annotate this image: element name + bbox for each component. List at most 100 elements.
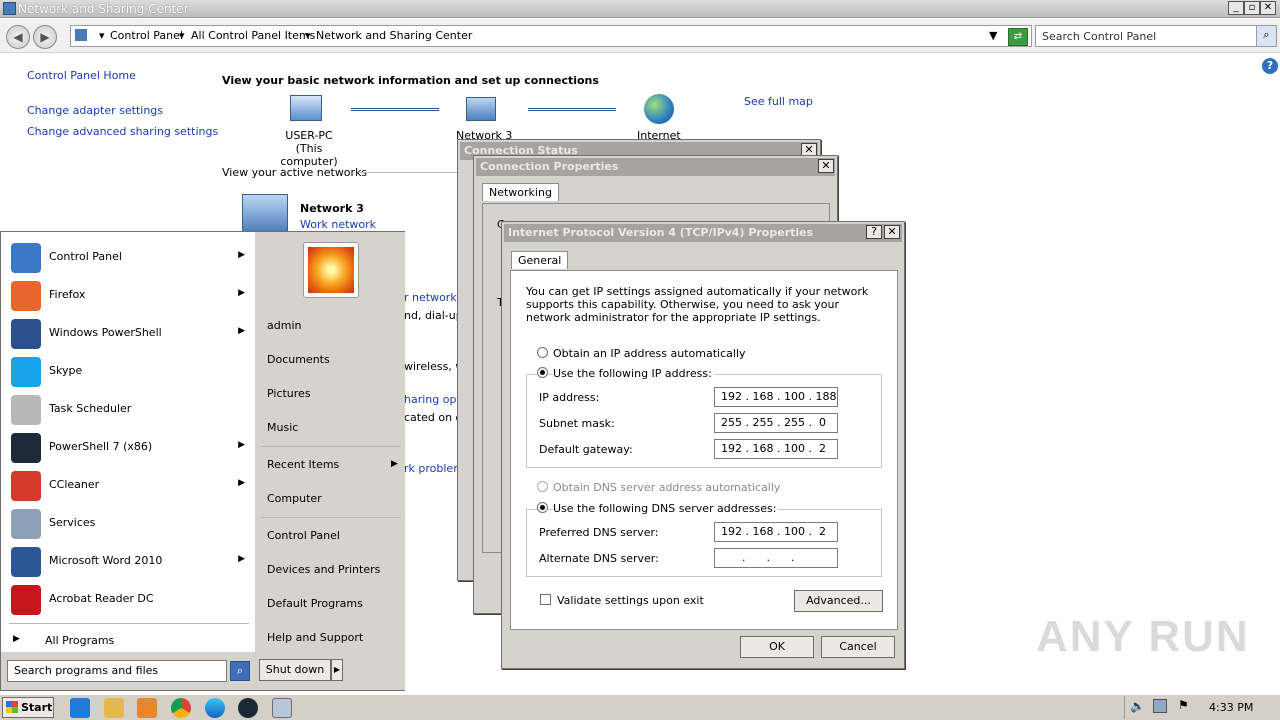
steam-icon[interactable]: [238, 698, 258, 718]
start-program-item[interactable]: PowerShell 7 (x86) ▶: [9, 430, 249, 464]
network-connections-icon[interactable]: [272, 698, 292, 718]
programs-search-input[interactable]: Search programs and files: [7, 660, 227, 682]
partial-link[interactable]: rk problem: [404, 462, 464, 475]
breadcrumb-control-panel[interactable]: Control Panel: [110, 29, 183, 42]
submenu-arrow-icon: ▶: [238, 250, 245, 260]
advanced-button[interactable]: Advanced...: [794, 590, 883, 612]
program-icon: [11, 319, 41, 349]
start-button[interactable]: Start: [2, 697, 54, 718]
see-full-map-link[interactable]: See full map: [744, 95, 813, 108]
intro-text: You can get IP settings assigned automat…: [526, 285, 869, 324]
divider: [261, 446, 401, 447]
computer-link[interactable]: Computer: [267, 492, 322, 505]
control-panel-link[interactable]: Control Panel: [267, 529, 340, 542]
breadcrumb-network-center[interactable]: Network and Sharing Center: [316, 29, 472, 42]
network-icon: [3, 2, 16, 15]
program-label: Services: [49, 516, 96, 529]
start-program-item[interactable]: Services: [9, 506, 249, 540]
breadcrumb-separator[interactable]: ▾: [99, 29, 105, 42]
gateway-field[interactable]: 192 . 168 . 100 . 2: [714, 439, 838, 459]
breadcrumb-separator[interactable]: ▾: [179, 29, 185, 42]
control-panel-home-link[interactable]: Control Panel Home: [27, 69, 136, 82]
pictures-link[interactable]: Pictures: [267, 387, 311, 400]
partial-link[interactable]: r network: [404, 291, 457, 304]
preferred-dns-field[interactable]: 192 . 168 . 100 . 2: [714, 522, 838, 542]
manual-dns-radio[interactable]: [537, 502, 548, 513]
search-icon[interactable]: ⌕: [230, 661, 250, 681]
ie-icon[interactable]: [70, 698, 90, 718]
refresh-icon[interactable]: ⇄: [1008, 28, 1028, 46]
devices-printers-link[interactable]: Devices and Printers: [267, 563, 380, 576]
edge-icon[interactable]: [205, 698, 225, 718]
computer-label: USER-PC: [285, 129, 333, 142]
clock[interactable]: 4:33 PM: [1209, 701, 1253, 714]
action-center-flag-icon[interactable]: ⚑: [1178, 698, 1189, 712]
close-button[interactable]: ✕: [818, 159, 834, 173]
music-link[interactable]: Music: [267, 421, 298, 434]
window-titlebar[interactable]: Network and Sharing Center _ ▫ ✕: [0, 0, 1280, 18]
breadcrumb-separator[interactable]: ▾: [305, 29, 311, 42]
network-icon: [242, 194, 288, 232]
search-icon[interactable]: ⌕: [1256, 26, 1276, 46]
documents-link[interactable]: Documents: [267, 353, 330, 366]
explorer-folder-icon[interactable]: [104, 698, 124, 718]
network-tray-icon[interactable]: [1153, 699, 1167, 713]
search-input[interactable]: Search Control Panel ⌕: [1035, 25, 1277, 47]
start-program-item[interactable]: Microsoft Word 2010 ▶: [9, 544, 249, 578]
default-programs-link[interactable]: Default Programs: [267, 597, 363, 610]
volume-icon[interactable]: 🔈: [1130, 699, 1145, 713]
change-sharing-link[interactable]: Change advanced sharing settings: [27, 125, 218, 138]
auto-ip-radio[interactable]: [537, 347, 548, 358]
start-program-item[interactable]: CCleaner ▶: [9, 468, 249, 502]
tab-general[interactable]: General: [511, 251, 569, 269]
shutdown-options-button[interactable]: ▶: [331, 659, 343, 681]
chrome-icon[interactable]: [171, 698, 191, 718]
manual-ip-radio[interactable]: [537, 367, 548, 378]
recent-items-link[interactable]: Recent Items: [267, 458, 339, 471]
close-button[interactable]: ✕: [1260, 1, 1276, 15]
start-program-item[interactable]: Control Panel ▶: [9, 240, 249, 274]
subnet-mask-field[interactable]: 255 . 255 . 255 . 0: [714, 413, 838, 433]
start-program-item[interactable]: Skype: [9, 354, 249, 388]
breadcrumb-all-items[interactable]: All Control Panel Items: [191, 29, 315, 42]
network-node-icon[interactable]: [466, 97, 496, 121]
windows-logo-icon: [6, 701, 18, 713]
tab-networking[interactable]: Networking: [482, 183, 559, 201]
dropdown-arrow-icon[interactable]: ▼: [989, 29, 997, 42]
start-program-item[interactable]: Windows PowerShell ▶: [9, 316, 249, 350]
ok-button[interactable]: OK: [740, 636, 814, 658]
program-icon: [11, 243, 41, 273]
auto-dns-radio[interactable]: [537, 481, 548, 492]
partial-text: wireless, w: [404, 360, 465, 373]
start-program-item[interactable]: Acrobat Reader DC: [9, 582, 249, 616]
start-menu-places: admin Documents Pictures Music Recent It…: [255, 232, 405, 690]
submenu-arrow-icon: ▶: [391, 459, 398, 469]
shutdown-button[interactable]: Shut down: [259, 659, 331, 681]
submenu-arrow-icon: ▶: [238, 554, 245, 564]
ip-address-field[interactable]: 192 . 168 . 100 . 188: [714, 387, 838, 407]
help-button[interactable]: ?: [866, 225, 882, 239]
cancel-button[interactable]: Cancel: [821, 636, 895, 658]
forward-button[interactable]: ▶: [33, 25, 57, 49]
internet-globe-icon[interactable]: [644, 94, 674, 124]
start-program-item[interactable]: Firefox ▶: [9, 278, 249, 312]
media-player-icon[interactable]: [137, 698, 157, 718]
minimize-button[interactable]: _: [1228, 1, 1244, 15]
validate-checkbox[interactable]: [540, 594, 551, 605]
maximize-button[interactable]: ▫: [1244, 1, 1260, 15]
address-box[interactable]: ▾ Control Panel ▾ All Control Panel Item…: [70, 25, 1032, 47]
user-folder-link[interactable]: admin: [267, 319, 301, 332]
close-button[interactable]: ✕: [884, 225, 900, 239]
change-adapter-link[interactable]: Change adapter settings: [27, 104, 163, 117]
all-programs-link[interactable]: All Programs: [45, 634, 114, 647]
alternate-dns-field[interactable]: . . .: [714, 548, 838, 568]
network-type-link[interactable]: Work network: [300, 218, 376, 231]
help-support-link[interactable]: Help and Support: [267, 631, 363, 644]
user-avatar[interactable]: [303, 242, 359, 298]
back-button[interactable]: ◀: [6, 25, 30, 49]
help-icon[interactable]: ?: [1262, 58, 1278, 74]
manual-dns-label: Use the following DNS server addresses:: [553, 502, 779, 515]
control-panel-icon: [75, 29, 87, 41]
dialog-title: Connection Properties: [476, 158, 835, 176]
start-program-item[interactable]: Task Scheduler: [9, 392, 249, 426]
